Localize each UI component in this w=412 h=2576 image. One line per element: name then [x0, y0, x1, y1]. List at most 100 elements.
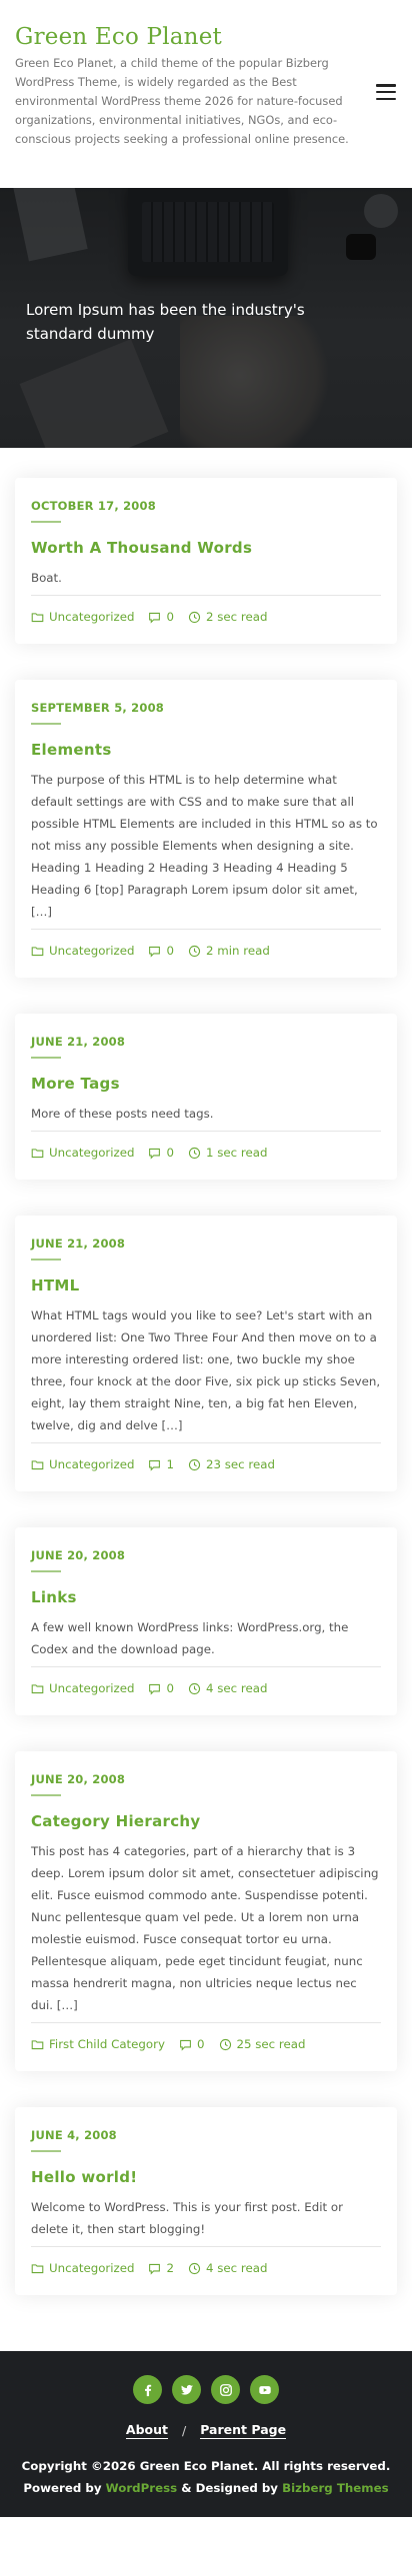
folder-icon	[31, 2039, 44, 2049]
post-category-link[interactable]: First Child Category	[49, 2035, 165, 2053]
post-excerpt: The purpose of this HTML is to help dete…	[31, 769, 381, 930]
post-comments-link[interactable]: 0	[166, 942, 174, 960]
post-card: JUNE 21, 2008 HTML What HTML tags would …	[15, 1216, 397, 1491]
post-category-link[interactable]: Uncategorized	[49, 1679, 134, 1697]
clock-icon	[188, 611, 201, 623]
post-meta: Uncategorized 0 2 sec read	[31, 608, 381, 626]
post-comments-link[interactable]: 0	[166, 1144, 174, 1162]
post-comments-link[interactable]: 1	[166, 1455, 174, 1473]
comment-icon	[149, 2263, 161, 2275]
post-excerpt: A few well known WordPress links: WordPr…	[31, 1616, 381, 1667]
folder-icon	[31, 1148, 44, 1158]
post-title[interactable]: HTML	[31, 1275, 381, 1296]
post-comments-link[interactable]: 2	[166, 2259, 174, 2277]
comment-icon	[149, 1148, 161, 1160]
post-comments-link[interactable]: 0	[166, 608, 174, 626]
post-date[interactable]: JUNE 4, 2008	[31, 2127, 381, 2143]
divider	[31, 1259, 61, 1261]
hero-text: Lorem Ipsum has been the industry's stan…	[26, 301, 305, 343]
footer-link-parent-page[interactable]: Parent Page	[200, 2422, 287, 2439]
post-read-time: 4 sec read	[206, 1681, 268, 1695]
folder-icon	[31, 2263, 44, 2273]
footer-link-about[interactable]: About	[125, 2422, 169, 2439]
post-excerpt: What HTML tags would you like to see? Le…	[31, 1304, 381, 1443]
site-header: Green Eco Planet Green Eco Planet, a chi…	[0, 0, 412, 188]
instagram-icon[interactable]	[211, 2375, 240, 2404]
post-title[interactable]: Links	[31, 1586, 381, 1608]
post-title[interactable]: Hello world!	[31, 2166, 381, 2188]
copyright-suffix: . All rights reserved.	[253, 2459, 391, 2473]
post-read-time: 2 sec read	[206, 610, 268, 624]
post-title[interactable]: Worth A Thousand Words	[31, 537, 381, 559]
post-title[interactable]: Elements	[31, 739, 381, 761]
post-excerpt: More of these posts need tags.	[31, 1103, 381, 1132]
post-date[interactable]: JUNE 21, 2008	[31, 1034, 381, 1050]
footer-menu: About / Parent Page	[15, 2422, 397, 2439]
post-read-time: 23 sec read	[206, 1457, 275, 1471]
post-excerpt: Welcome to WordPress. This is your first…	[31, 2196, 381, 2247]
copyright-prefix: Copyright ©2026	[21, 2459, 136, 2473]
clock-icon	[188, 1147, 201, 1159]
hero-banner: Lorem Ipsum has been the industry's stan…	[0, 188, 412, 448]
post-comments-link[interactable]: 0	[166, 1679, 174, 1697]
site-footer: About / Parent Page Copyright ©2026 Gree…	[0, 2351, 412, 2517]
folder-icon	[31, 1683, 44, 1693]
post-meta: Uncategorized 0 4 sec read	[31, 1679, 381, 1697]
divider	[31, 1794, 61, 1796]
hamburger-menu-icon[interactable]	[376, 84, 396, 100]
divider	[31, 2150, 61, 2152]
post-comments-link[interactable]: 0	[197, 2035, 205, 2053]
clock-icon	[188, 1682, 201, 1694]
divider	[31, 1057, 61, 1059]
post-read-time: 2 min read	[206, 944, 270, 958]
post-card: JUNE 20, 2008 Links A few well known Wor…	[15, 1527, 397, 1715]
post-category-link[interactable]: Uncategorized	[49, 942, 134, 960]
comment-icon	[149, 612, 161, 624]
post-meta: Uncategorized 0 2 min read	[31, 942, 381, 960]
powered-prefix: Powered by	[23, 2481, 102, 2495]
post-category-link[interactable]: Uncategorized	[49, 1144, 134, 1162]
post-date[interactable]: JUNE 21, 2008	[31, 1236, 381, 1252]
post-category-link[interactable]: Uncategorized	[49, 608, 134, 626]
twitter-icon[interactable]	[172, 2375, 201, 2404]
post-excerpt: Boat.	[31, 567, 381, 596]
clock-icon	[188, 1458, 201, 1470]
folder-icon	[31, 946, 44, 956]
post-card: OCTOBER 17, 2008 Worth A Thousand Words …	[15, 478, 397, 644]
clock-icon	[188, 2262, 201, 2274]
comment-icon	[149, 1683, 161, 1695]
copyright-site-link[interactable]: Green Eco Planet	[140, 2459, 254, 2473]
post-card: SEPTEMBER 5, 2008 Elements The purpose o…	[15, 680, 397, 978]
post-date[interactable]: JUNE 20, 2008	[31, 1547, 381, 1563]
bizberg-themes-link[interactable]: Bizberg Themes	[282, 2481, 388, 2495]
post-category-link[interactable]: Uncategorized	[49, 1455, 134, 1473]
clock-icon	[219, 2038, 231, 2050]
posts-list: OCTOBER 17, 2008 Worth A Thousand Words …	[0, 448, 412, 2351]
post-read-time: 4 sec read	[206, 2261, 268, 2275]
wordpress-link[interactable]: WordPress	[106, 2481, 177, 2495]
facebook-icon[interactable]	[133, 2375, 162, 2404]
site-description: Green Eco Planet, a child theme of the p…	[15, 56, 349, 146]
designed-by-text: & Designed by	[181, 2481, 279, 2495]
post-title[interactable]: Category Hierarchy	[31, 1810, 381, 1832]
post-meta: Uncategorized 2 4 sec read	[31, 2259, 381, 2277]
post-title[interactable]: More Tags	[31, 1073, 381, 1095]
post-date[interactable]: OCTOBER 17, 2008	[31, 498, 381, 514]
post-meta: First Child Category 0 25 sec read	[31, 2035, 381, 2053]
folder-icon	[31, 1459, 44, 1469]
post-card: JUNE 20, 2008 Category Hierarchy This po…	[15, 1751, 397, 2071]
post-excerpt: This post has 4 categories, part of a hi…	[31, 1840, 381, 2023]
post-date[interactable]: SEPTEMBER 5, 2008	[31, 700, 381, 716]
clock-icon	[188, 945, 201, 957]
youtube-icon[interactable]	[250, 2375, 279, 2404]
post-read-time: 25 sec read	[236, 2037, 306, 2051]
post-category-link[interactable]: Uncategorized	[49, 2259, 134, 2277]
copyright: Copyright ©2026 Green Eco Planet. All ri…	[15, 2455, 397, 2499]
comment-icon	[149, 946, 161, 958]
post-meta: Uncategorized 1 23 sec read	[31, 1455, 381, 1473]
comment-icon	[149, 1459, 161, 1471]
site-title[interactable]: Green Eco Planet	[15, 22, 397, 52]
post-date[interactable]: JUNE 20, 2008	[31, 1771, 381, 1787]
menu-separator: /	[182, 2423, 187, 2438]
divider	[31, 723, 61, 725]
